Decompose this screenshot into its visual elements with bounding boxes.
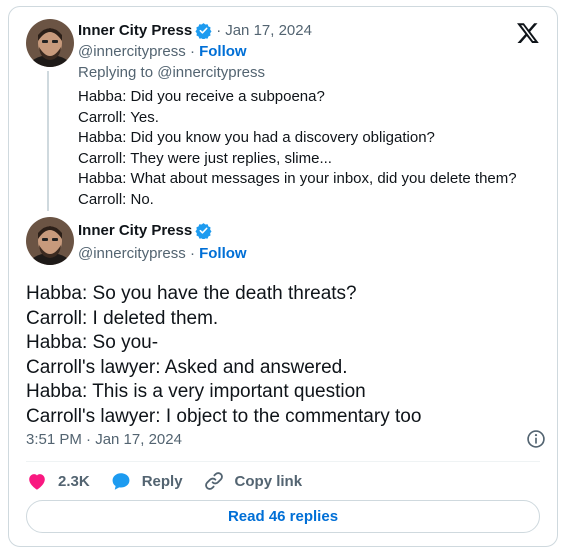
separator-dot: · <box>189 245 200 262</box>
avatar[interactable] <box>26 19 74 67</box>
tweet-timestamp[interactable]: 3:51 PM · Jan 17, 2024 <box>26 431 182 448</box>
author-name[interactable]: Inner City Press <box>78 22 192 39</box>
tweet-line: Habba: Did you know you had a discovery … <box>78 129 435 146</box>
tweet-line: Habba: So you have the death threats? <box>26 283 357 304</box>
main-author-row: Inner City Press <box>78 222 212 239</box>
divider <box>26 461 540 462</box>
tweet-line: Habba: What about messages in your inbox… <box>78 170 517 187</box>
thread-connector <box>47 71 49 211</box>
tweet-line: Carroll: No. <box>78 190 154 208</box>
copy-link-button[interactable]: Copy link <box>203 470 303 492</box>
tweet-line: Carroll's lawyer: Asked and answered. <box>26 356 348 378</box>
like-button[interactable]: 2.3K <box>26 470 90 492</box>
follow-button[interactable]: Follow <box>199 245 247 262</box>
reply-label: Reply <box>141 472 183 490</box>
verified-badge-icon <box>195 23 212 39</box>
quoted-author-row: Inner City Press · Jan 17, 2024 <box>78 22 312 39</box>
info-icon[interactable] <box>526 429 546 449</box>
heart-icon <box>29 474 45 490</box>
tweet-line: Carroll: They were just replies, slime..… <box>78 149 332 167</box>
follow-button[interactable]: Follow <box>199 43 247 60</box>
replying-to[interactable]: Replying to @innercitypress <box>78 64 265 81</box>
x-logo-icon[interactable] <box>516 21 540 45</box>
separator-dot: · <box>189 43 200 60</box>
avatar[interactable] <box>26 217 74 265</box>
separator-dot: · <box>216 22 222 39</box>
reply-bubble-icon <box>112 473 130 490</box>
copy-link-label: Copy link <box>234 472 303 490</box>
reply-button[interactable]: Reply <box>110 470 183 492</box>
quoted-handle-row: @innercitypress · Follow <box>78 43 247 60</box>
author-handle[interactable]: @innercitypress <box>78 245 186 262</box>
link-icon <box>204 472 223 490</box>
tweet-line: Carroll's lawyer: I object to the commen… <box>26 405 422 427</box>
action-bar: 2.3K Reply Copy link <box>26 470 322 492</box>
tweet-embed-card: Inner City Press · Jan 17, 2024 @innerci… <box>8 6 558 547</box>
tweet-line: Habba: Did you receive a subpoena? <box>78 88 325 105</box>
like-count: 2.3K <box>58 472 90 490</box>
author-handle[interactable]: @innercitypress <box>78 43 186 60</box>
main-handle-row: @innercitypress · Follow <box>78 245 247 262</box>
quoted-tweet-text: Habba: Did you receive a subpoena? Carro… <box>78 87 517 210</box>
tweet-line: Carroll: Yes. <box>78 108 159 126</box>
tweet-line: Habba: So you- <box>26 332 159 353</box>
author-name[interactable]: Inner City Press <box>78 222 192 239</box>
read-replies-button[interactable]: Read 46 replies <box>26 500 540 533</box>
tweet-line: Habba: This is a very important question <box>26 381 366 402</box>
quoted-date[interactable]: Jan 17, 2024 <box>225 22 312 39</box>
tweet-line: Carroll: I deleted them. <box>26 307 219 329</box>
verified-badge-icon <box>195 223 212 239</box>
main-tweet-text: Habba: So you have the death threats? Ca… <box>26 282 421 429</box>
